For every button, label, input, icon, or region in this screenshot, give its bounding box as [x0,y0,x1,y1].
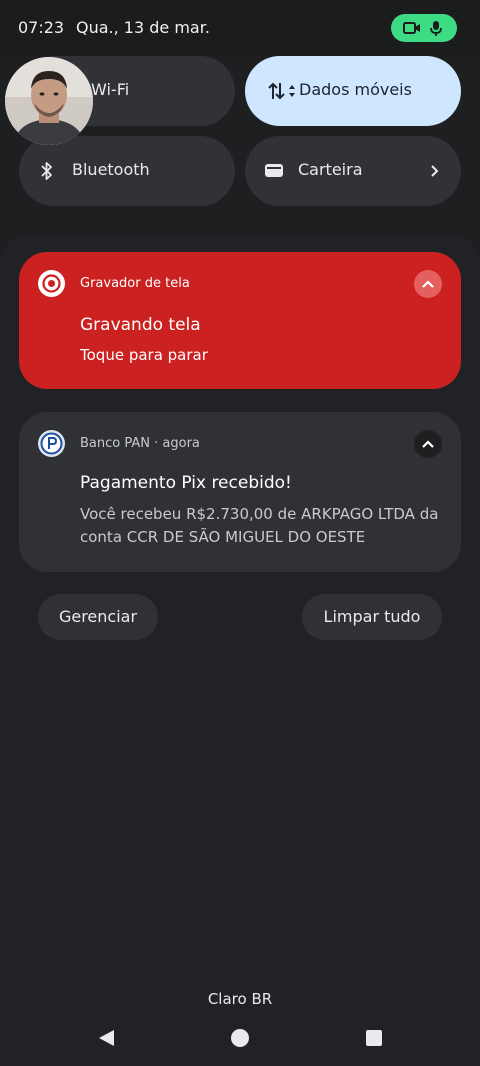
recents-icon[interactable] [365,1029,383,1047]
tile-bluetooth[interactable]: Bluetooth [19,136,235,206]
tile-wifi-label: Wi-Fi [91,80,130,99]
notification-time: agora [162,436,200,451]
tile-wallet-label: Carteira [298,160,363,179]
camera-icon [403,22,420,34]
banco-pan-icon [38,430,65,457]
collapse-button[interactable] [414,270,442,298]
notification-app-name: Banco PAN · agora [80,436,200,451]
collapse-button[interactable] [414,430,442,458]
screen-recorder-icon [38,270,65,297]
chevron-up-icon [422,440,434,448]
tile-mobile-data-label: Dados móveis [299,80,412,99]
person-camera-feed [5,57,93,145]
bluetooth-icon [41,162,52,180]
notification-banco-pan[interactable]: Banco PAN · agora Pagamento Pix recebido… [19,412,461,572]
carrier-label: Claro BR [207,990,273,1008]
tile-mobile-data[interactable]: Dados móveis [245,56,461,126]
camera-overlay-avatar[interactable] [5,57,93,145]
mobile-data-icon [268,82,295,100]
chevron-right-icon [431,165,439,177]
tile-wallet[interactable]: Carteira [245,136,461,206]
notification-title: Pagamento Pix recebido! [80,473,292,493]
status-bar: 07:23 Qua., 13 de mar. [0,0,480,56]
manage-button[interactable]: Gerenciar [38,594,158,640]
notification-app-label: Banco PAN [80,436,150,451]
microphone-icon [430,21,442,36]
tile-bluetooth-label: Bluetooth [72,160,150,179]
clear-all-button[interactable]: Limpar tudo [302,594,442,640]
back-icon[interactable] [96,1028,116,1048]
wallet-icon [265,164,283,177]
notification-screen-recorder[interactable]: Gravador de tela Gravando tela Toque par… [19,252,461,389]
notification-text: Toque para parar [80,346,208,364]
status-date: Qua., 13 de mar. [76,18,210,37]
notification-title: Gravando tela [80,315,201,335]
status-time: 07:23 [18,18,65,37]
chevron-up-icon [422,280,434,288]
home-icon[interactable] [230,1028,250,1048]
privacy-indicator-pill[interactable] [391,14,457,42]
notification-app-name: Gravador de tela [80,276,190,291]
notification-body: Você recebeu R$2.730,00 de ARKPAGO LTDA … [80,505,439,546]
